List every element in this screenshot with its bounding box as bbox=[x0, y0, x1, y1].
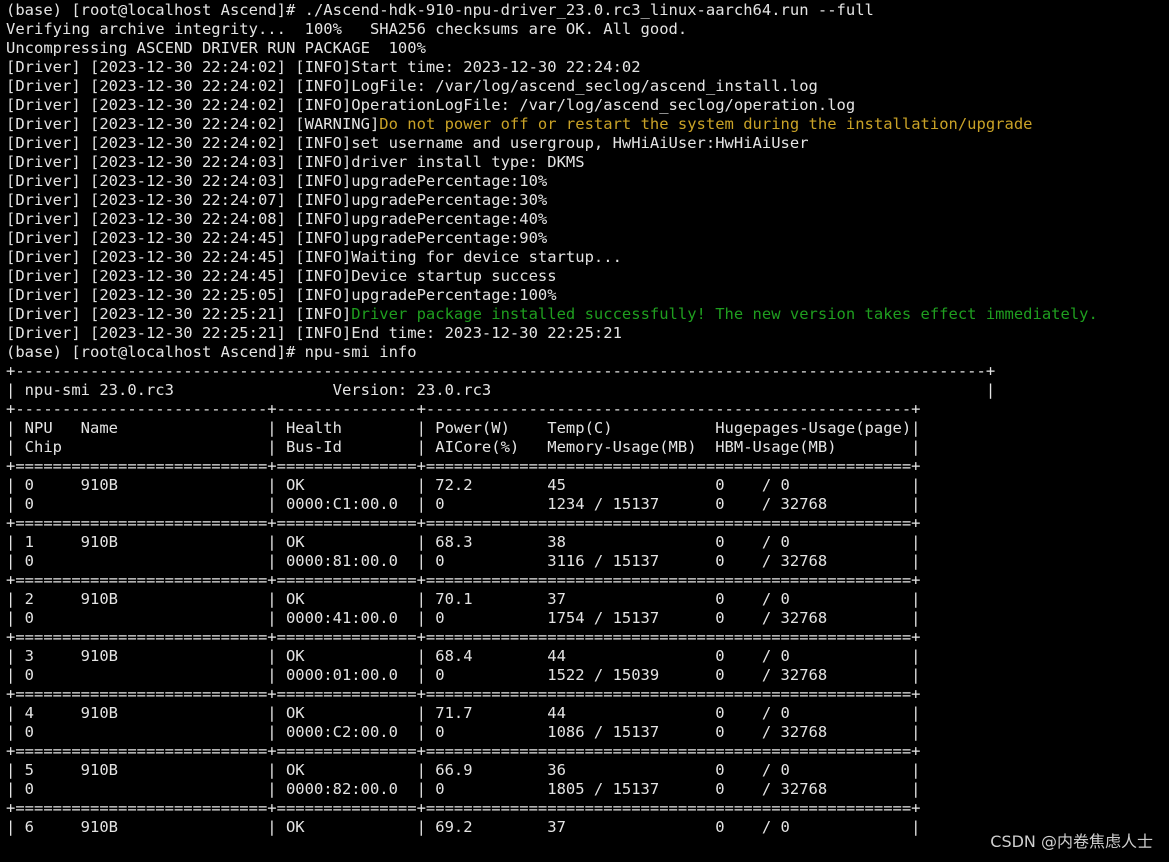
terminal-text-segment: +===========================+===========… bbox=[6, 571, 921, 589]
terminal-text-segment: [Driver] [2023-12-30 22:24:03] [INFO]upg… bbox=[6, 172, 548, 190]
terminal-line: Verifying archive integrity... 100% SHA2… bbox=[6, 20, 1098, 39]
terminal-output: (base) [root@localhost Ascend]# ./Ascend… bbox=[6, 1, 1098, 837]
terminal-line: (base) [root@localhost Ascend]# ./Ascend… bbox=[6, 1, 1098, 20]
terminal-line: [Driver] [2023-12-30 22:24:02] [INFO]Ope… bbox=[6, 96, 1098, 115]
terminal-text-segment: | 0 | 0000:82:00.0 | 0 1805 / 15137 0 / … bbox=[6, 780, 921, 798]
terminal-line: | 2 910B | OK | 70.1 37 0 / 0 | bbox=[6, 590, 1098, 609]
terminal-line: | 0 | 0000:41:00.0 | 0 1754 / 15137 0 / … bbox=[6, 609, 1098, 628]
terminal-line: [Driver] [2023-12-30 22:24:02] [INFO]Sta… bbox=[6, 58, 1098, 77]
terminal-text-segment: [Driver] [2023-12-30 22:24:08] [INFO]upg… bbox=[6, 210, 548, 228]
terminal-text-segment: Verifying archive integrity... 100% SHA2… bbox=[6, 20, 688, 38]
terminal-line: [Driver] [2023-12-30 22:24:03] [INFO]upg… bbox=[6, 172, 1098, 191]
terminal-line: [Driver] [2023-12-30 22:24:45] [INFO]upg… bbox=[6, 229, 1098, 248]
terminal-line: | 4 910B | OK | 71.7 44 0 / 0 | bbox=[6, 704, 1098, 723]
terminal-text-segment: [Driver] [2023-12-30 22:25:21] [INFO]End… bbox=[6, 324, 622, 342]
terminal-line: (base) [root@localhost Ascend]# npu-smi … bbox=[6, 343, 1098, 362]
watermark: CSDN @内卷焦虑人士 bbox=[990, 832, 1153, 851]
terminal-text-segment: | 6 910B | OK | 69.2 37 0 / 0 | bbox=[6, 818, 921, 836]
terminal-text-segment: | 0 | 0000:C1:00.0 | 0 1234 / 15137 0 / … bbox=[6, 495, 921, 513]
terminal-line: +===========================+===========… bbox=[6, 685, 1098, 704]
terminal-line: [Driver] [2023-12-30 22:25:21] [INFO]Dri… bbox=[6, 305, 1098, 324]
terminal-text-segment: +---------------------------+-----------… bbox=[6, 400, 921, 418]
terminal-line: | npu-smi 23.0.rc3 Version: 23.0.rc3 | bbox=[6, 381, 1098, 400]
terminal-line: | 0 | 0000:C2:00.0 | 0 1086 / 15137 0 / … bbox=[6, 723, 1098, 742]
terminal-text-segment: | Chip | Bus-Id | AICore(%) Memory-Usage… bbox=[6, 438, 921, 456]
terminal-line: Uncompressing ASCEND DRIVER RUN PACKAGE … bbox=[6, 39, 1098, 58]
terminal-text-segment: | 0 | 0000:41:00.0 | 0 1754 / 15137 0 / … bbox=[6, 609, 921, 627]
terminal-text-segment: | 4 910B | OK | 71.7 44 0 / 0 | bbox=[6, 704, 921, 722]
terminal-text-segment: [Driver] [2023-12-30 22:25:21] [INFO] bbox=[6, 305, 352, 323]
terminal-line: [Driver] [2023-12-30 22:25:21] [INFO]End… bbox=[6, 324, 1098, 343]
terminal-line: [Driver] [2023-12-30 22:24:45] [INFO]Dev… bbox=[6, 267, 1098, 286]
terminal-text-segment: | npu-smi 23.0.rc3 Version: 23.0.rc3 | bbox=[6, 381, 996, 399]
terminal-text-segment: +===========================+===========… bbox=[6, 457, 921, 475]
terminal-text-segment: +===========================+===========… bbox=[6, 799, 921, 817]
terminal-text-segment: | 2 910B | OK | 70.1 37 0 / 0 | bbox=[6, 590, 921, 608]
terminal-text-segment: | 1 910B | OK | 68.3 38 0 / 0 | bbox=[6, 533, 921, 551]
terminal-text-segment: | 0 | 0000:81:00.0 | 0 3116 / 15137 0 / … bbox=[6, 552, 921, 570]
terminal-text-segment: +===========================+===========… bbox=[6, 685, 921, 703]
terminal-text-segment: Do not power off or restart the system d… bbox=[379, 115, 1033, 133]
terminal-line: [Driver] [2023-12-30 22:24:45] [INFO]Wai… bbox=[6, 248, 1098, 267]
terminal-text-segment: [Driver] [2023-12-30 22:25:05] [INFO]upg… bbox=[6, 286, 557, 304]
terminal-text-segment: | NPU Name | Health | Power(W) Temp(C) H… bbox=[6, 419, 921, 437]
terminal-text-segment: [Driver] [2023-12-30 22:24:02] [INFO]Ope… bbox=[6, 96, 856, 114]
terminal-line: +===========================+===========… bbox=[6, 514, 1098, 533]
terminal-line: [Driver] [2023-12-30 22:24:03] [INFO]dri… bbox=[6, 153, 1098, 172]
terminal-text-segment: +---------------------------------------… bbox=[6, 362, 996, 380]
terminal-line: [Driver] [2023-12-30 22:24:02] [WARNING]… bbox=[6, 115, 1098, 134]
terminal-line: | 1 910B | OK | 68.3 38 0 / 0 | bbox=[6, 533, 1098, 552]
terminal-text-segment: | 3 910B | OK | 68.4 44 0 / 0 | bbox=[6, 647, 921, 665]
terminal-line: | 0 | 0000:81:00.0 | 0 3116 / 15137 0 / … bbox=[6, 552, 1098, 571]
terminal-text-segment: [Driver] [2023-12-30 22:24:02] [INFO]set… bbox=[6, 134, 809, 152]
terminal-text-segment: Uncompressing ASCEND DRIVER RUN PACKAGE … bbox=[6, 39, 426, 57]
terminal-text-segment: +===========================+===========… bbox=[6, 514, 921, 532]
terminal-text-segment: [Driver] [2023-12-30 22:24:45] [INFO]Wai… bbox=[6, 248, 622, 266]
terminal-text-segment: | 0 | 0000:C2:00.0 | 0 1086 / 15137 0 / … bbox=[6, 723, 921, 741]
terminal-text-segment: [Driver] [2023-12-30 22:24:45] [INFO]Dev… bbox=[6, 267, 557, 285]
terminal-text-segment: [Driver] [2023-12-30 22:24:03] [INFO]dri… bbox=[6, 153, 585, 171]
terminal-text-segment: | 5 910B | OK | 66.9 36 0 / 0 | bbox=[6, 761, 921, 779]
terminal-line: +===========================+===========… bbox=[6, 742, 1098, 761]
terminal-line: | 6 910B | OK | 69.2 37 0 / 0 | bbox=[6, 818, 1098, 837]
terminal-line: +===========================+===========… bbox=[6, 799, 1098, 818]
terminal-line: | 5 910B | OK | 66.9 36 0 / 0 | bbox=[6, 761, 1098, 780]
terminal-line: +---------------------------------------… bbox=[6, 362, 1098, 381]
terminal-text-segment: | 0 | 0000:01:00.0 | 0 1522 / 15039 0 / … bbox=[6, 666, 921, 684]
terminal-text-segment: Driver package installed successfully! T… bbox=[351, 305, 1098, 323]
terminal-line: | 0 | 0000:82:00.0 | 0 1805 / 15137 0 / … bbox=[6, 780, 1098, 799]
terminal-text-segment: +===========================+===========… bbox=[6, 628, 921, 646]
terminal-window[interactable]: (base) [root@localhost Ascend]# ./Ascend… bbox=[0, 0, 1169, 862]
terminal-text-segment: (base) [root@localhost Ascend]# npu-smi … bbox=[6, 343, 417, 361]
terminal-line: | 0 910B | OK | 72.2 45 0 / 0 | bbox=[6, 476, 1098, 495]
terminal-line: +===========================+===========… bbox=[6, 457, 1098, 476]
terminal-text-segment: [Driver] [2023-12-30 22:24:02] [INFO]Log… bbox=[6, 77, 818, 95]
terminal-line: | 3 910B | OK | 68.4 44 0 / 0 | bbox=[6, 647, 1098, 666]
terminal-line: [Driver] [2023-12-30 22:25:05] [INFO]upg… bbox=[6, 286, 1098, 305]
terminal-text-segment: +===========================+===========… bbox=[6, 742, 921, 760]
terminal-text-segment: [Driver] [2023-12-30 22:24:02] [INFO]Sta… bbox=[6, 58, 641, 76]
terminal-text-segment: [Driver] [2023-12-30 22:24:07] [INFO]upg… bbox=[6, 191, 548, 209]
terminal-line: [Driver] [2023-12-30 22:24:02] [INFO]set… bbox=[6, 134, 1098, 153]
terminal-text-segment: | 0 910B | OK | 72.2 45 0 / 0 | bbox=[6, 476, 921, 494]
terminal-text-segment: [Driver] [2023-12-30 22:24:02] [WARNING] bbox=[6, 115, 380, 133]
terminal-line: | 0 | 0000:01:00.0 | 0 1522 / 15039 0 / … bbox=[6, 666, 1098, 685]
terminal-line: [Driver] [2023-12-30 22:24:08] [INFO]upg… bbox=[6, 210, 1098, 229]
terminal-line: [Driver] [2023-12-30 22:24:02] [INFO]Log… bbox=[6, 77, 1098, 96]
terminal-line: +---------------------------+-----------… bbox=[6, 400, 1098, 419]
terminal-line: [Driver] [2023-12-30 22:24:07] [INFO]upg… bbox=[6, 191, 1098, 210]
terminal-text-segment: (base) [root@localhost Ascend]# ./Ascend… bbox=[6, 1, 874, 19]
terminal-line: +===========================+===========… bbox=[6, 571, 1098, 590]
terminal-line: | 0 | 0000:C1:00.0 | 0 1234 / 15137 0 / … bbox=[6, 495, 1098, 514]
terminal-line: | NPU Name | Health | Power(W) Temp(C) H… bbox=[6, 419, 1098, 438]
terminal-text-segment: [Driver] [2023-12-30 22:24:45] [INFO]upg… bbox=[6, 229, 548, 247]
terminal-line: +===========================+===========… bbox=[6, 628, 1098, 647]
terminal-line: | Chip | Bus-Id | AICore(%) Memory-Usage… bbox=[6, 438, 1098, 457]
